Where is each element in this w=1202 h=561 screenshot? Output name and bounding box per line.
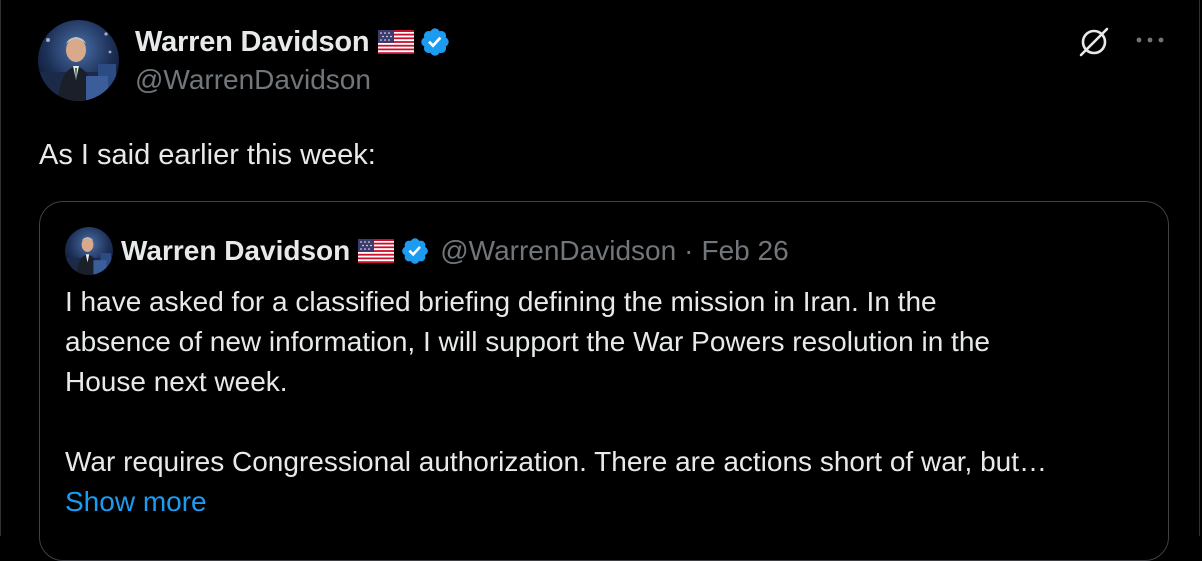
quoted-tweet-body: I have asked for a classified briefing d…: [65, 282, 1145, 522]
author-name-row[interactable]: Warren Davidson: [135, 22, 451, 62]
us-flag-icon: [378, 30, 415, 54]
quoted-text-line: I have asked for a classified briefing d…: [65, 286, 937, 317]
quoted-tweet-date[interactable]: Feb 26: [702, 235, 789, 267]
quoted-text-line: War requires Congressional authorization…: [65, 446, 1048, 477]
quoted-author-handle[interactable]: @WarrenDavidson: [440, 235, 676, 267]
quoted-text-line: absence of new information, I will suppo…: [65, 326, 990, 357]
quoted-text-line: House next week.: [65, 366, 288, 397]
show-more-link[interactable]: Show more: [65, 482, 1145, 522]
quoted-tweet-card[interactable]: Warren Davidson @WarrenDavidson · Feb 26…: [39, 201, 1169, 561]
dot-separator: ·: [684, 235, 694, 266]
author-display-name[interactable]: Warren Davidson: [135, 26, 370, 59]
tweet-text: As I said earlier this week:: [39, 139, 376, 171]
author-avatar[interactable]: [38, 20, 119, 101]
more-options-icon[interactable]: [1133, 30, 1167, 50]
quoted-author-display-name[interactable]: Warren Davidson: [121, 235, 350, 267]
quoted-author-avatar[interactable]: [65, 227, 113, 275]
grok-icon[interactable]: [1076, 24, 1112, 60]
verified-badge-icon[interactable]: [400, 236, 430, 266]
verified-badge-icon[interactable]: [419, 26, 451, 58]
author-handle[interactable]: @WarrenDavidson: [135, 64, 371, 96]
us-flag-icon: [358, 239, 395, 263]
quoted-text-line: [65, 402, 1145, 442]
quoted-tweet-header: Warren Davidson @WarrenDavidson · Feb 26: [121, 231, 789, 271]
tweet-container: Warren Davidson @WarrenDavidson As I sai…: [0, 0, 1200, 561]
